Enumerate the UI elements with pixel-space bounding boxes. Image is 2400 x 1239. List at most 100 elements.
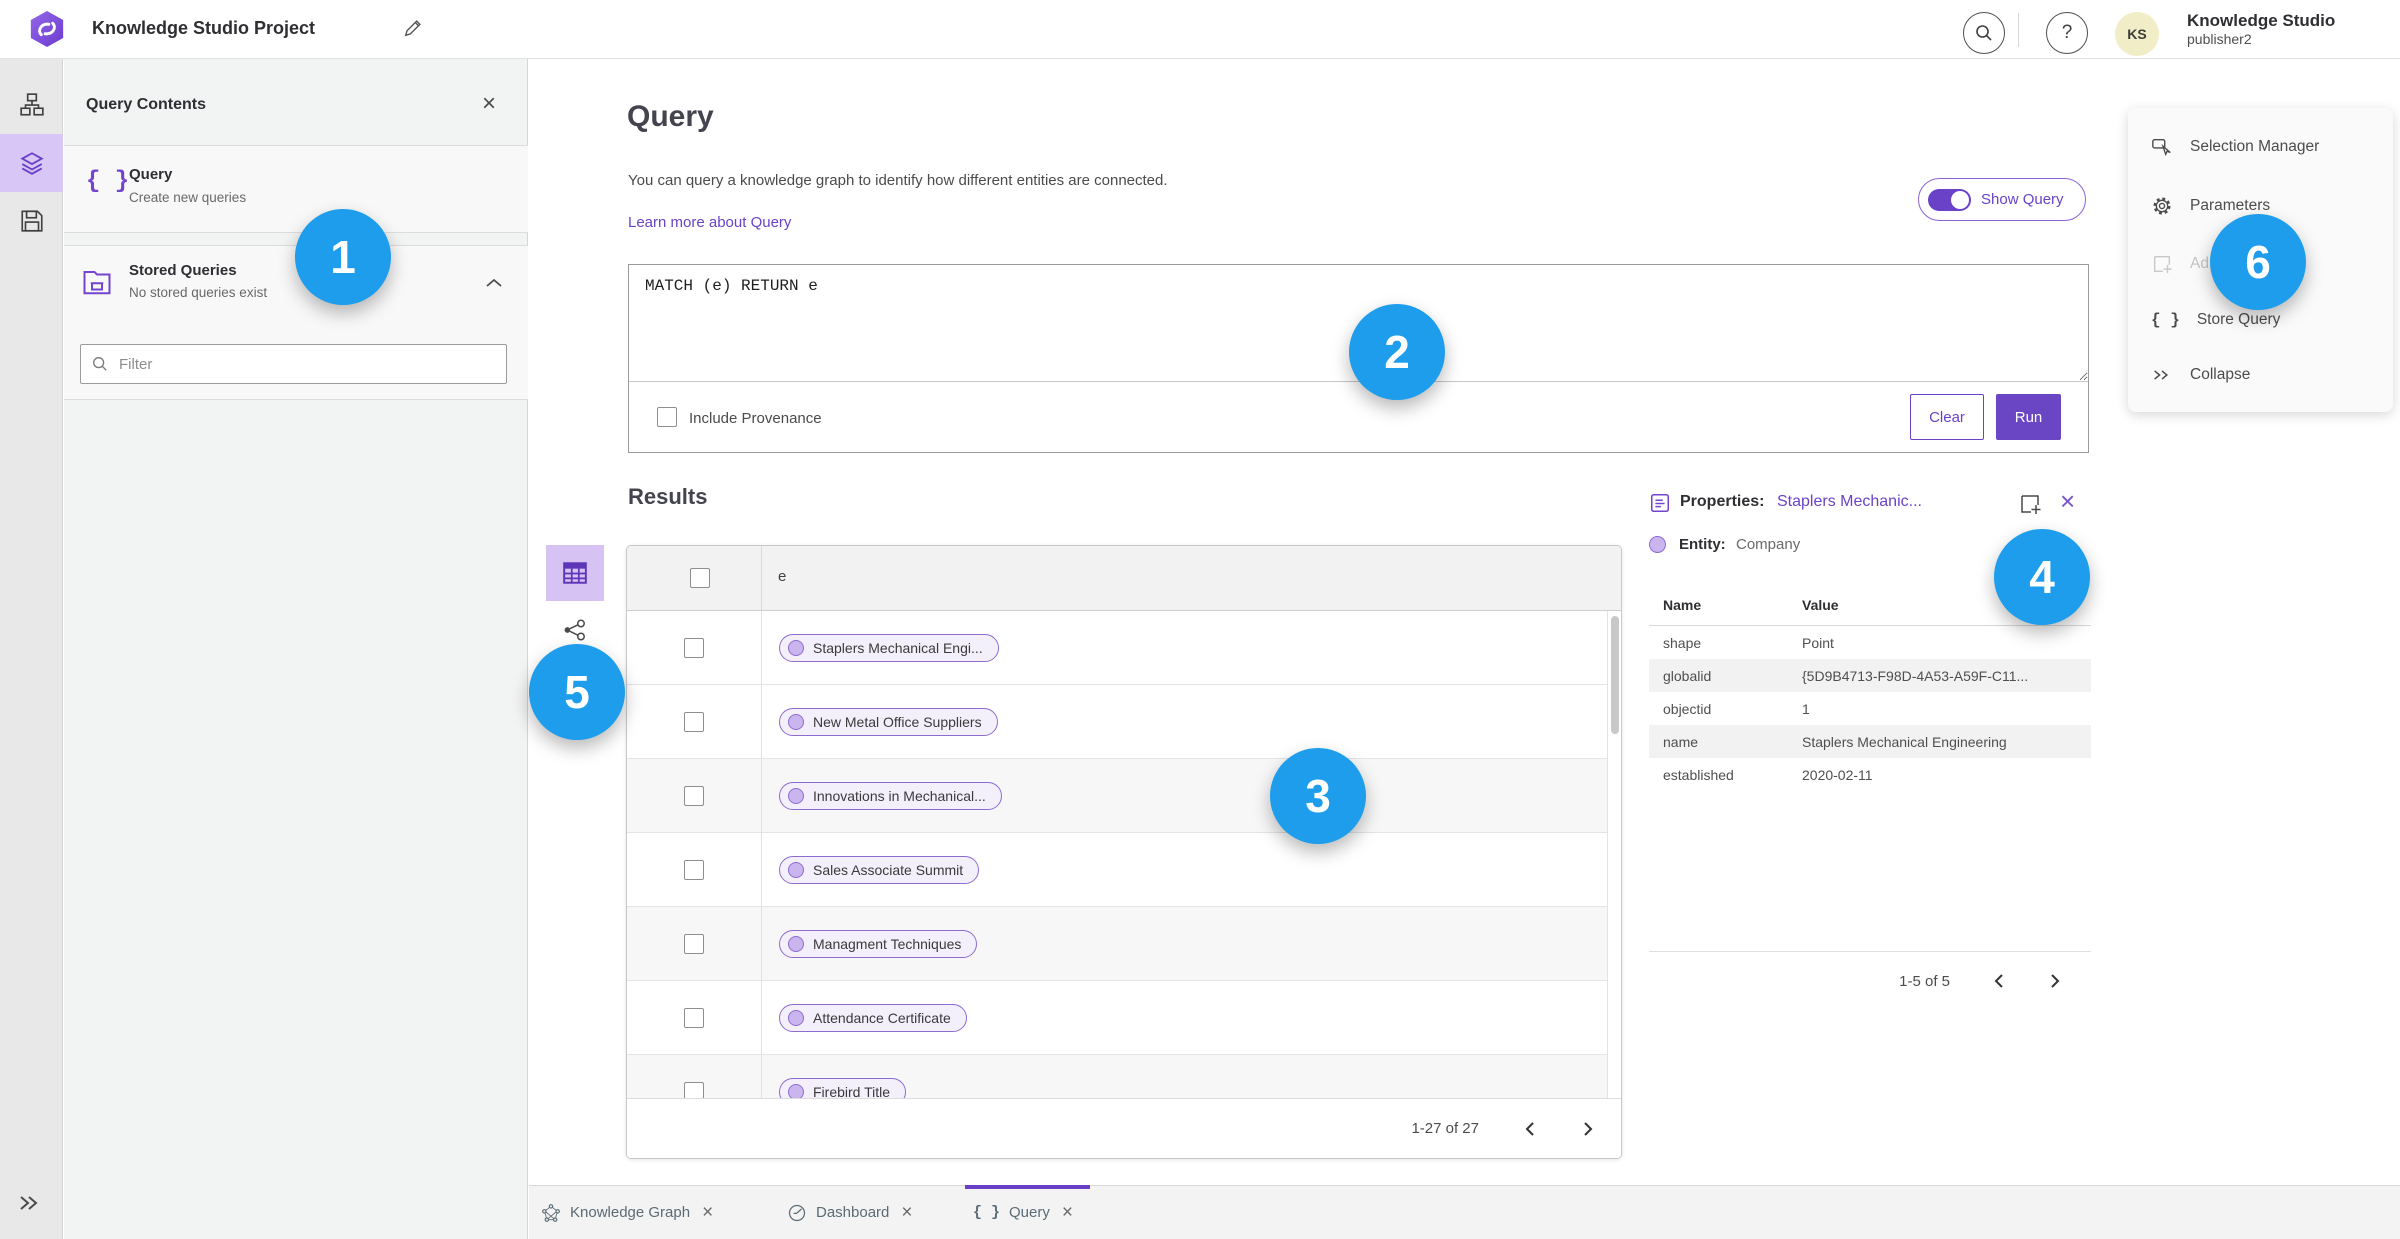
annotation-badge-5: 5 — [529, 644, 625, 740]
rail-item-contents[interactable] — [0, 134, 63, 192]
row-checkbox[interactable] — [684, 637, 704, 658]
annotation-badge-4: 4 — [1994, 529, 2090, 625]
user-info[interactable]: Knowledge Studio publisher2 — [2187, 10, 2335, 49]
entity-pill[interactable]: Attendance Certificate — [779, 1003, 967, 1032]
entity-pill[interactable]: Firebird Title — [779, 1077, 907, 1099]
learn-more-link[interactable]: Learn more about Query — [628, 214, 791, 231]
table-row[interactable]: Sales Associate Summit — [627, 833, 1621, 907]
table-icon — [563, 562, 587, 584]
row-checkbox[interactable] — [684, 1007, 704, 1028]
entity-pill[interactable]: Managment Techniques — [779, 929, 978, 958]
row-checkbox[interactable] — [684, 859, 704, 880]
column-header-e: e — [778, 568, 787, 585]
selection-manager-icon — [2152, 139, 2171, 157]
save-icon — [20, 210, 43, 232]
results-table: e Staplers Mechanical Engi... New Metal … — [626, 545, 1622, 1159]
properties-table: Name Value shape Point globalid {5D9B471… — [1649, 597, 2091, 791]
app-logo-icon[interactable] — [28, 10, 66, 48]
query-description: You can query a knowledge graph to ident… — [628, 172, 1168, 189]
toggle-knob — [1951, 190, 1969, 209]
tab-dashboard[interactable]: Dashboard × — [787, 1186, 913, 1239]
stored-queries-folder-icon — [83, 271, 111, 295]
entity-pill[interactable]: Staplers Mechanical Engi... — [779, 633, 999, 662]
help-button[interactable]: ? — [2046, 12, 2088, 54]
toggle-switch[interactable] — [1928, 188, 1971, 211]
table-row[interactable]: Firebird Title — [627, 1055, 1621, 1099]
table-row[interactable]: Attendance Certificate — [627, 981, 1621, 1055]
row-checkbox[interactable] — [684, 785, 704, 806]
row-checkbox[interactable] — [684, 933, 704, 954]
edit-title-icon[interactable] — [402, 17, 424, 39]
sidebar-item-query[interactable]: { } Query Create new queries — [64, 145, 528, 233]
entity-dot-icon — [788, 861, 804, 878]
filter-search-icon — [93, 357, 107, 371]
close-tab-icon[interactable]: × — [901, 1202, 912, 1224]
properties-icon — [1650, 493, 1670, 513]
rail-item-save[interactable] — [0, 192, 63, 250]
entity-pill[interactable]: Innovations in Mechanical... — [779, 781, 1002, 810]
table-row[interactable]: New Metal Office Suppliers — [627, 685, 1621, 759]
entity-dot-icon — [788, 1083, 804, 1099]
property-row: name Staplers Mechanical Engineering — [1649, 725, 2091, 758]
close-tab-icon[interactable]: × — [702, 1202, 713, 1224]
include-provenance-checkbox[interactable] — [657, 407, 677, 427]
chevron-right-icon — [1584, 1121, 1593, 1136]
user-name: Knowledge Studio — [2187, 11, 2336, 30]
store-query-item[interactable]: { } Store Query — [2128, 311, 2393, 329]
clear-button[interactable]: Clear — [1910, 394, 1984, 440]
active-tab-indicator — [965, 1185, 1090, 1189]
tab-knowledge-graph[interactable]: Knowledge Graph × — [541, 1186, 713, 1239]
collapse-item[interactable]: Collapse — [2128, 366, 2393, 384]
properties-label: Properties: — [1680, 493, 1765, 510]
tab-query[interactable]: { } Query × — [973, 1186, 1073, 1239]
collapse-section-chevron-up-icon[interactable] — [484, 276, 504, 290]
property-row: established 2020-02-11 — [1649, 758, 2091, 791]
entity-pill[interactable]: New Metal Office Suppliers — [779, 707, 998, 736]
panel-close-icon[interactable]: × — [482, 90, 496, 118]
row-checkbox[interactable] — [684, 1081, 704, 1099]
row-checkbox[interactable] — [684, 711, 704, 732]
table-row[interactable]: Innovations in Mechanical... — [627, 759, 1621, 833]
query-contents-panel: Query Contents × { } Query Create new qu… — [64, 58, 528, 1239]
include-provenance-label: Include Provenance — [689, 410, 822, 427]
run-button[interactable]: Run — [1996, 394, 2061, 440]
search-button[interactable] — [1963, 12, 2005, 54]
topbar-divider — [2018, 13, 2019, 47]
project-title: Knowledge Studio Project — [92, 18, 316, 38]
results-rows: Staplers Mechanical Engi... New Metal Of… — [627, 611, 1621, 1099]
properties-close-icon[interactable]: × — [2060, 486, 2075, 517]
user-avatar[interactable]: KS — [2115, 12, 2159, 56]
chevron-right-icon — [2051, 974, 2060, 988]
select-all-checkbox[interactable] — [690, 568, 710, 588]
table-row[interactable]: Staplers Mechanical Engi... — [627, 611, 1621, 685]
results-prev-page-button[interactable] — [1523, 1121, 1537, 1137]
entity-dot-icon — [788, 787, 804, 804]
properties-next-page-button[interactable] — [2048, 973, 2062, 989]
results-link-chart-view-button[interactable] — [560, 615, 590, 645]
selection-manager-item[interactable]: Selection Manager — [2128, 136, 2393, 158]
data-model-icon — [19, 93, 44, 116]
entity-dot-icon — [788, 1009, 804, 1026]
chevron-left-icon — [1525, 1121, 1534, 1136]
property-row: globalid {5D9B4713-F98D-4A53-A59F-C11... — [1649, 659, 2091, 692]
page-title: Query — [627, 100, 714, 133]
results-scrollbar[interactable] — [1607, 611, 1621, 1099]
show-query-toggle[interactable]: Show Query — [1918, 178, 2086, 221]
properties-prev-page-button[interactable] — [1992, 973, 2006, 989]
properties-selected-entity[interactable]: Staplers Mechanic... — [1777, 493, 1922, 511]
filter-input[interactable] — [117, 354, 496, 374]
dashboard-icon — [788, 1204, 806, 1221]
add-to-new-icon[interactable] — [2018, 492, 2042, 516]
close-tab-icon[interactable]: × — [1062, 1202, 1073, 1224]
entity-pill[interactable]: Sales Associate Summit — [779, 855, 980, 884]
rail-item-data-model[interactable] — [0, 76, 63, 134]
table-row[interactable]: Managment Techniques — [627, 907, 1621, 981]
results-next-page-button[interactable] — [1581, 1121, 1595, 1137]
entity-type-value: Company — [1736, 536, 1801, 553]
left-rail — [0, 58, 63, 1239]
scrollbar-thumb[interactable] — [1611, 616, 1619, 734]
entity-dot-icon — [788, 639, 804, 656]
show-query-label: Show Query — [1981, 191, 2064, 208]
expand-rail-button[interactable] — [16, 1192, 42, 1214]
results-table-view-button[interactable] — [546, 545, 604, 601]
